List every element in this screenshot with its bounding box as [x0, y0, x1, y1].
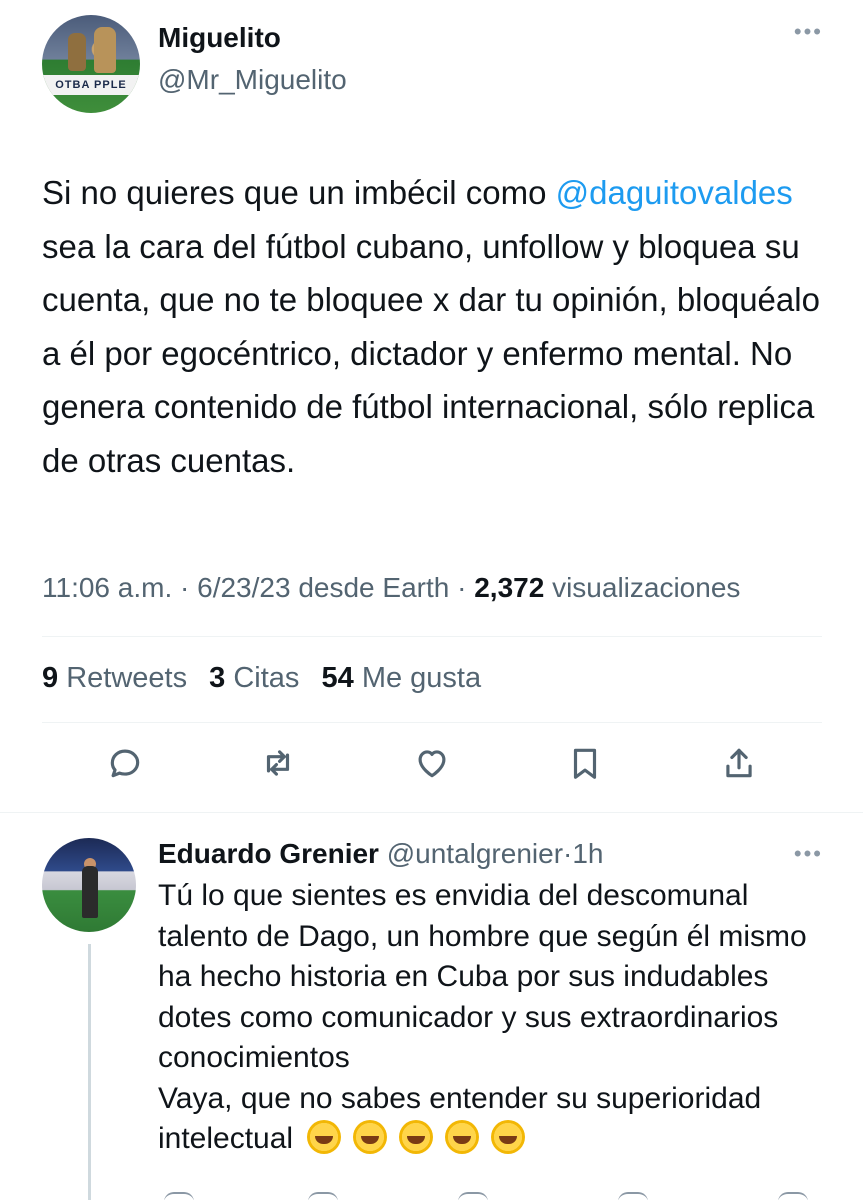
tweet-text-end: sea la cara del fútbol cubano, unfollow … — [42, 227, 820, 479]
share-button[interactable] — [716, 740, 762, 786]
divider — [42, 722, 822, 723]
divider — [42, 636, 822, 637]
views-label: visualizaciones — [552, 572, 741, 603]
avatar-figure — [68, 33, 86, 71]
quotes-label: Citas — [233, 662, 300, 694]
likes-stat[interactable]: 54 Me gusta — [322, 662, 482, 694]
emoji-row — [293, 1120, 526, 1155]
reply-icon — [110, 749, 140, 778]
like-icon[interactable] — [458, 1192, 488, 1200]
reply-button[interactable] — [102, 740, 148, 786]
reply-author-name[interactable]: Eduardo Grenier — [158, 838, 379, 869]
tweet-text-start: Si no quieres que un imbécil como — [42, 174, 556, 211]
rolling-on-floor-laughing-emoji — [353, 1120, 388, 1154]
likes-count: 54 — [321, 662, 354, 694]
share-icon — [726, 748, 752, 778]
retweets-label: Retweets — [66, 662, 188, 694]
views-icon[interactable] — [618, 1192, 648, 1200]
tweet-date[interactable]: 6/23/23 — [197, 572, 290, 603]
bookmark-button[interactable] — [562, 740, 608, 786]
reply-tweet[interactable]: Eduardo Grenier @untalgrenier·1h ••• Tú … — [0, 814, 863, 1200]
quotes-count: 3 — [209, 662, 226, 694]
avatar[interactable]: OTBA PPLE — [42, 15, 140, 113]
more-options-icon[interactable]: ••• — [794, 21, 823, 43]
rolling-on-floor-laughing-emoji — [307, 1120, 342, 1154]
avatar-figure — [94, 27, 116, 73]
avatar[interactable] — [42, 838, 136, 932]
rolling-on-floor-laughing-emoji — [445, 1120, 480, 1154]
reply-header: Eduardo Grenier @untalgrenier·1h — [158, 838, 604, 870]
share-icon[interactable] — [778, 1192, 808, 1200]
action-bar — [0, 740, 863, 800]
tweet-source: desde Earth — [298, 572, 450, 603]
views-count: 2,372 — [474, 572, 545, 603]
avatar-banner-text: OTBA PPLE — [42, 75, 140, 95]
tweet-time[interactable]: 11:06 a.m. — [42, 572, 172, 603]
like-icon — [418, 750, 446, 778]
like-button[interactable] — [409, 740, 455, 786]
reply-icon[interactable] — [164, 1192, 194, 1200]
quotes-stat[interactable]: 3 Citas — [209, 662, 299, 694]
retweet-icon[interactable] — [308, 1192, 338, 1200]
retweets-count: 9 — [42, 662, 59, 694]
tweet-meta: 11:06 a.m. · 6/23/23 desde Earth · 2,372… — [42, 572, 741, 603]
reply-text-body: Tú lo que sientes es envidia del descomu… — [158, 879, 807, 1155]
divider — [0, 812, 863, 813]
retweets-stat[interactable]: 9 Retweets — [42, 662, 187, 694]
reply-text: Tú lo que sientes es envidia del descomu… — [158, 876, 838, 1160]
tweet-text: Si no quieres que un imbécil como @dagui… — [42, 166, 832, 487]
retweet-icon — [266, 750, 290, 776]
engagement-stats: 9 Retweets 3 Citas 54 Me gusta — [42, 662, 481, 695]
bookmark-icon — [573, 748, 597, 779]
thread-line — [88, 944, 91, 1200]
avatar-figure — [82, 866, 98, 918]
reply-time[interactable]: 1h — [572, 838, 603, 869]
more-options-icon[interactable]: ••• — [794, 843, 823, 865]
reply-action-bar — [158, 1192, 838, 1200]
mention-link[interactable]: @daguitovaldes — [556, 174, 793, 211]
likes-label: Me gusta — [361, 662, 482, 694]
author-name[interactable]: Miguelito — [158, 22, 281, 54]
rolling-on-floor-laughing-emoji — [491, 1120, 526, 1154]
rolling-on-floor-laughing-emoji — [399, 1120, 434, 1154]
reply-author-handle[interactable]: @untalgrenier — [387, 838, 563, 869]
reply-separator: · — [563, 838, 573, 869]
author-handle[interactable]: @Mr_Miguelito — [158, 64, 347, 96]
retweet-button[interactable] — [255, 740, 301, 786]
